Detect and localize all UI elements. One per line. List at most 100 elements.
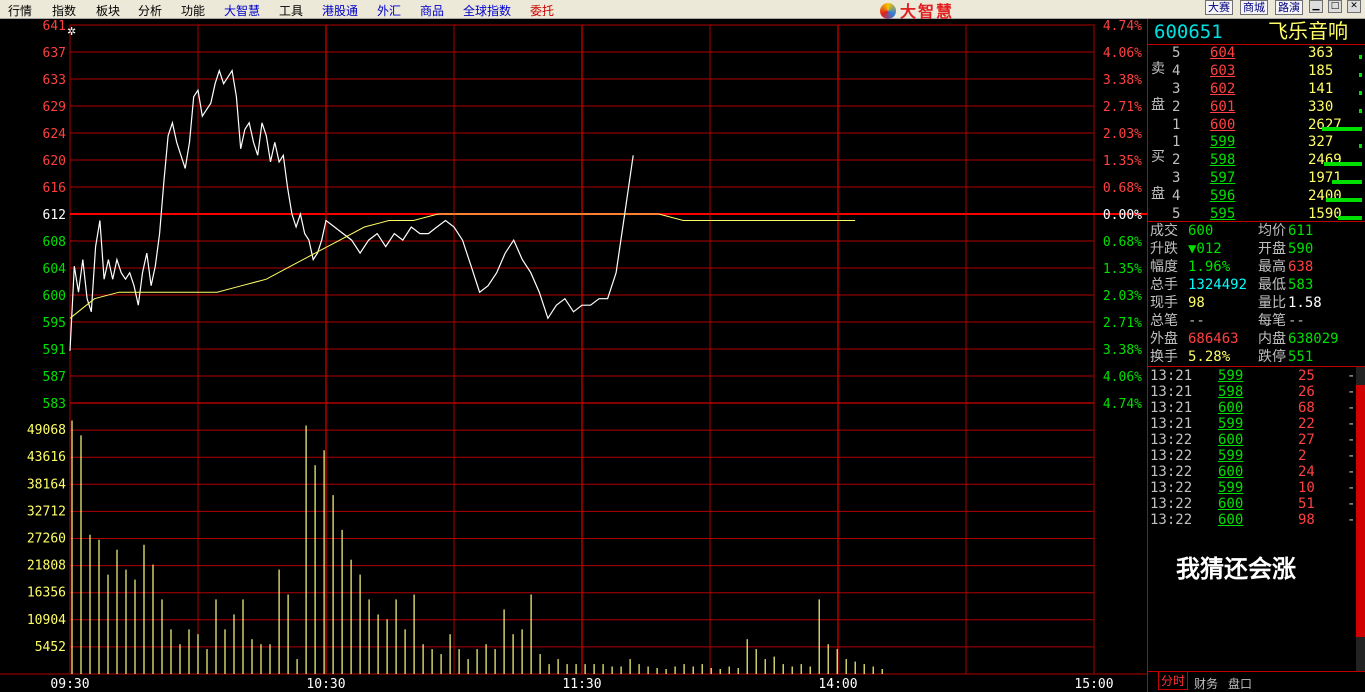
volume-axis-label: 27260 xyxy=(27,532,66,547)
order-price: 595 xyxy=(1210,206,1236,222)
stat-label: 总手 xyxy=(1150,277,1178,293)
menu-item-analysis[interactable]: 分析 xyxy=(138,2,162,19)
tick-volume: 25 xyxy=(1298,368,1315,384)
price-line xyxy=(69,68,634,351)
percent-axis-label: 0.68% xyxy=(1103,181,1142,196)
stat-value: 638029 xyxy=(1288,331,1339,347)
order-price: 598 xyxy=(1210,152,1236,168)
price-axis-label: 591 xyxy=(43,343,66,358)
stat-label: 外盘 xyxy=(1150,331,1178,347)
comment-text: 我猜还会涨 xyxy=(1176,555,1296,583)
order-volume-bar xyxy=(1359,109,1362,113)
stat-label: 跌停 xyxy=(1258,349,1286,365)
tick-price: 599 xyxy=(1218,480,1244,496)
tick-flag: - xyxy=(1347,464,1356,480)
tick-time: 13:21 xyxy=(1150,384,1193,400)
volume-axis-label: 43616 xyxy=(27,450,66,465)
percent-axis-label: 3.38% xyxy=(1103,73,1142,88)
maximize-button[interactable]: □ xyxy=(1328,0,1342,13)
order-level: 5 xyxy=(1172,206,1181,222)
tick-price: 599 xyxy=(1218,368,1244,384)
order-volume: 327 xyxy=(1308,134,1334,150)
intraday-chart[interactable]: 641 637 633 629 624 620 616 612 608 604 600 595 591 5… xyxy=(0,19,1147,692)
stat-value: 1.58 xyxy=(1288,295,1322,311)
price-axis-label: 629 xyxy=(43,100,66,115)
order-volume-bar xyxy=(1325,198,1362,202)
stat-label: 每笔 xyxy=(1258,313,1286,329)
order-volume: 330 xyxy=(1308,99,1334,115)
tick-time: 13:21 xyxy=(1150,400,1193,416)
menu-item-global-index[interactable]: 全球指数 xyxy=(463,2,511,19)
percent-axis-label: 4.06% xyxy=(1103,46,1142,61)
stat-label: 最高 xyxy=(1258,259,1286,275)
stat-label: 量比 xyxy=(1258,295,1286,311)
roadshow-button[interactable]: 路演 xyxy=(1275,0,1303,15)
stat-value: -- xyxy=(1288,313,1305,329)
tick-price: 600 xyxy=(1218,496,1244,512)
order-volume: 141 xyxy=(1308,81,1334,97)
tab-finance[interactable]: 财务 xyxy=(1194,675,1218,692)
order-level: 3 xyxy=(1172,81,1181,97)
price-axis-label: 583 xyxy=(43,397,66,412)
price-axis-label: 616 xyxy=(43,181,66,196)
stat-value: 638 xyxy=(1288,259,1314,275)
stat-value: 551 xyxy=(1288,349,1314,365)
menu-item-quotes[interactable]: 行情 xyxy=(8,2,32,19)
order-volume-bar xyxy=(1337,216,1362,220)
stat-value: -- xyxy=(1188,313,1205,329)
menu-item-function[interactable]: 功能 xyxy=(181,2,205,19)
tick-time: 13:22 xyxy=(1150,448,1193,464)
tick-scrollbar[interactable] xyxy=(1356,367,1365,672)
stat-label: 幅度 xyxy=(1150,259,1178,275)
order-volume-bar xyxy=(1324,162,1362,166)
percent-axis-label: 4.06% xyxy=(1103,370,1142,385)
close-button[interactable]: ✕ xyxy=(1347,0,1361,13)
minimize-button[interactable]: ▁ xyxy=(1309,0,1323,13)
stat-value: 600 xyxy=(1188,223,1214,239)
menu-item-commodity[interactable]: 商品 xyxy=(420,2,444,19)
stat-label: 成交 xyxy=(1150,223,1178,239)
price-axis-label: 637 xyxy=(43,46,66,61)
time-axis-label: 15:00 xyxy=(1074,677,1113,692)
stat-value: 5.28% xyxy=(1188,349,1231,365)
scrollbar-thumb[interactable] xyxy=(1356,385,1365,637)
menu-item-dzh[interactable]: 大智慧 xyxy=(224,2,260,19)
tick-volume: 26 xyxy=(1298,384,1315,400)
order-volume-bar xyxy=(1359,55,1362,59)
order-level: 5 xyxy=(1172,45,1181,61)
mall-button[interactable]: 商城 xyxy=(1240,0,1268,15)
tick-price: 600 xyxy=(1218,464,1244,480)
volume-axis-label: 16356 xyxy=(27,586,66,601)
percent-axis-label: 2.71% xyxy=(1103,100,1142,115)
sell-label: 盘 xyxy=(1151,97,1165,113)
stat-label: 换手 xyxy=(1150,349,1178,365)
menu-bar: 行情 指数 板块 分析 功能 大智慧 工具 港股通 外汇 商品 全球指数 委托 … xyxy=(0,0,1365,21)
tick-time: 13:22 xyxy=(1150,496,1193,512)
tick-price: 598 xyxy=(1218,384,1244,400)
tab-orderbook[interactable]: 盘口 xyxy=(1228,675,1252,692)
order-level: 2 xyxy=(1172,99,1181,115)
tick-volume: 22 xyxy=(1298,416,1315,432)
sell-label: 卖 xyxy=(1151,61,1165,77)
menu-item-hk-connect[interactable]: 港股通 xyxy=(322,2,358,19)
tab-timeshare[interactable]: 分时 xyxy=(1158,672,1189,690)
tick-flag: - xyxy=(1347,496,1356,512)
stat-label: 总笔 xyxy=(1150,313,1178,329)
menu-item-tools[interactable]: 工具 xyxy=(279,2,303,19)
contest-button[interactable]: 大赛 xyxy=(1205,0,1233,15)
menu-item-index[interactable]: 指数 xyxy=(52,2,76,19)
menu-item-forex[interactable]: 外汇 xyxy=(377,2,401,19)
stat-label: 现手 xyxy=(1150,295,1178,311)
price-axis-label: 641 xyxy=(43,19,66,34)
order-level: 1 xyxy=(1172,117,1181,133)
stat-label: 升跌 xyxy=(1150,241,1178,257)
percent-axis-label: 0.68% xyxy=(1103,235,1142,250)
order-price: 596 xyxy=(1210,188,1236,204)
order-volume: 185 xyxy=(1308,63,1334,79)
settings-icon: ✲ xyxy=(67,25,76,38)
menu-item-sector[interactable]: 板块 xyxy=(96,2,120,19)
menu-item-order[interactable]: 委托 xyxy=(530,2,554,19)
quote-panel: 600651 飞乐音响 我猜还会涨 分时 财务 盘口 卖盘 5 604 363 4 603… xyxy=(1147,19,1365,692)
percent-axis-label: 3.38% xyxy=(1103,343,1142,358)
stat-value: ▼012 xyxy=(1188,241,1222,257)
